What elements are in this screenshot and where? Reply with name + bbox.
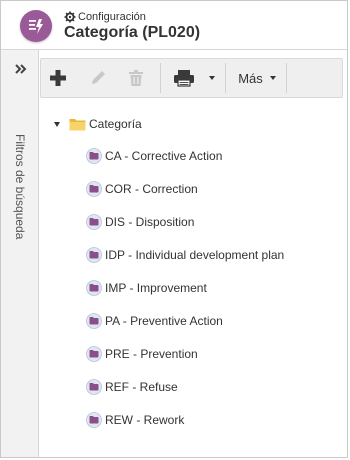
tree-item[interactable]: IDP - Individual development plan (86, 245, 284, 265)
category-icon (86, 148, 102, 164)
plus-icon (50, 70, 66, 86)
toolbar: Más (40, 58, 343, 98)
tree-item-label: COR - Correction (105, 182, 198, 196)
search-filters-panel[interactable]: Filtros de búsqueda (1, 50, 39, 457)
tree-item-label: IDP - Individual development plan (105, 248, 285, 262)
folder-icon (69, 119, 86, 131)
tree-root[interactable]: Categoría (48, 114, 142, 134)
pencil-icon (92, 71, 105, 84)
breadcrumb-label[interactable]: Configuración (78, 10, 146, 24)
category-icon (86, 379, 102, 395)
tree-root-label: Categoría (89, 117, 142, 131)
category-icon (86, 181, 102, 197)
tree-item[interactable]: COR - Correction (86, 179, 198, 199)
delete-button[interactable] (119, 59, 153, 97)
search-filters-label[interactable]: Filtros de búsqueda (13, 134, 27, 239)
tree-item-label: CA - Corrective Action (105, 149, 223, 163)
more-button[interactable]: Más (231, 59, 283, 97)
tree-item-label: PRE - Prevention (105, 347, 198, 361)
tree-item[interactable]: CA - Corrective Action (86, 146, 222, 166)
tree-item[interactable]: PA - Preventive Action (86, 311, 223, 331)
chevron-down-icon (269, 76, 276, 80)
more-label: Más (238, 70, 263, 86)
app-logo-icon (20, 10, 52, 42)
print-button[interactable] (166, 59, 222, 97)
collapse-triangle-icon[interactable] (54, 121, 60, 127)
tree-item[interactable]: REF - Refuse (86, 377, 178, 397)
edit-button[interactable] (81, 59, 115, 97)
category-icon (86, 346, 102, 362)
tree-item[interactable]: REW - Rework (86, 410, 184, 430)
header: Configuración Categoría (PL020) (1, 1, 347, 50)
category-icon (86, 247, 102, 263)
tree-item[interactable]: PRE - Prevention (86, 344, 198, 364)
trash-icon (129, 70, 143, 86)
tree-item[interactable]: IMP - Improvement (86, 278, 207, 298)
chevron-down-icon (209, 76, 215, 80)
tree-item-label: IMP - Improvement (105, 281, 207, 295)
toolbar-separator (286, 63, 287, 93)
category-icon (86, 214, 102, 230)
add-button[interactable] (41, 59, 75, 97)
tree-item-label: REF - Refuse (105, 380, 178, 394)
page-title: Categoría (PL020) (64, 24, 201, 41)
printer-icon (174, 70, 194, 87)
category-icon (86, 280, 102, 296)
gear-icon (64, 11, 76, 23)
toolbar-separator (160, 63, 161, 93)
tree-item-label: DIS - Disposition (105, 215, 195, 229)
toolbar-separator (225, 63, 226, 93)
category-icon (86, 412, 102, 428)
tree-item-label: PA - Preventive Action (105, 314, 223, 328)
tree-item[interactable]: DIS - Disposition (86, 212, 194, 232)
double-chevron-right-icon[interactable] (15, 64, 27, 74)
category-icon (86, 313, 102, 329)
breadcrumb: Configuración (64, 10, 146, 24)
tree-item-label: REW - Rework (105, 413, 185, 427)
